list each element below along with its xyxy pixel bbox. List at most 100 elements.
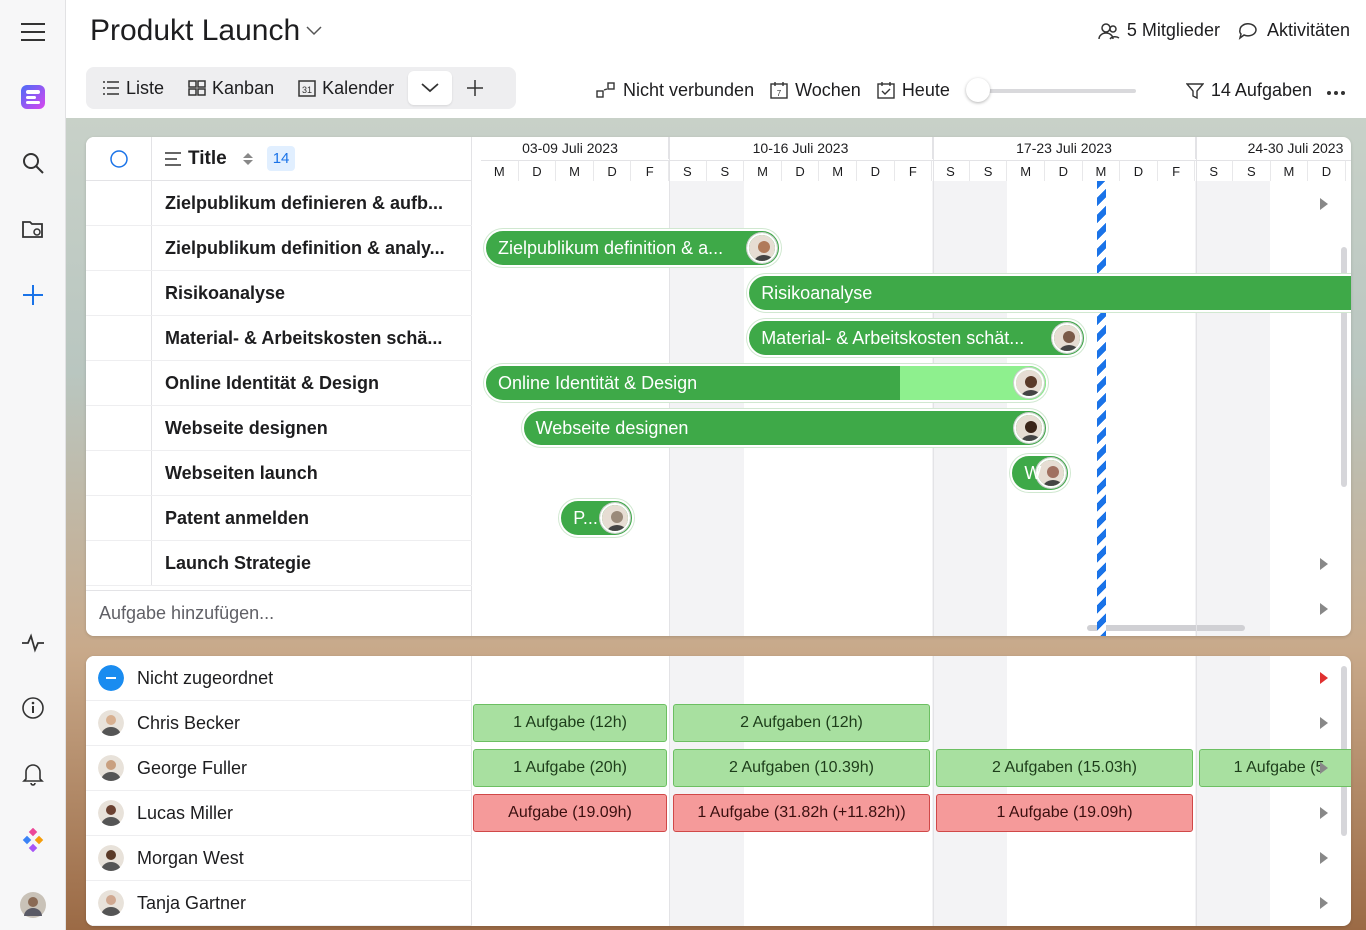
workload-cell[interactable]: 2 Aufgaben (15.03h)	[936, 749, 1193, 787]
today-button[interactable]: Heute	[877, 80, 950, 101]
activity-icon[interactable]	[18, 628, 48, 658]
workload-cell[interactable]: Aufgabe (19.09h)	[473, 794, 667, 832]
workload-people: Nicht zugeordnet Chris Becker George Fulle…	[86, 656, 472, 926]
workload-cell[interactable]: 1 Aufgabe (19.09h)	[936, 794, 1193, 832]
task-row[interactable]: Webseiten launch	[86, 451, 472, 496]
filter-button[interactable]: 14 Aufgaben	[1185, 80, 1312, 101]
select-all-checkbox[interactable]	[86, 137, 152, 180]
task-bar[interactable]: Online Identität & Design	[484, 364, 1048, 402]
task-title[interactable]: Zielpublikum definition & analy...	[152, 238, 445, 259]
title-column-header[interactable]: Title	[188, 148, 227, 170]
expand-arrow-icon[interactable]	[1320, 852, 1328, 864]
tab-liste[interactable]: Liste	[92, 71, 174, 105]
assignee-avatar[interactable]	[1051, 323, 1082, 353]
task-row-checkbox[interactable]	[86, 226, 152, 270]
task-title[interactable]: Risikoanalyse	[152, 283, 285, 304]
sort-icon[interactable]	[241, 151, 255, 167]
weekend-shade	[932, 656, 1008, 926]
calendar-week-icon: 7	[770, 82, 788, 99]
workload-person-row[interactable]: George Fuller	[86, 746, 472, 791]
workload-cell[interactable]: 1 Aufgabe (31.82h (+11.82h))	[673, 794, 930, 832]
task-row[interactable]: Online Identität & Design	[86, 361, 472, 406]
task-title[interactable]: Material- & Arbeitskosten schä...	[152, 328, 442, 349]
workload-cell[interactable]: 1 Aufgabe (12h)	[473, 704, 667, 742]
task-row[interactable]: Webseite designen	[86, 406, 472, 451]
person-avatar	[98, 755, 124, 781]
search-icon[interactable]	[18, 148, 48, 178]
tab-kanban[interactable]: Kanban	[178, 71, 284, 105]
expand-arrow-icon[interactable]	[1320, 198, 1328, 210]
menu-icon[interactable]	[18, 17, 48, 47]
expand-arrow-icon[interactable]	[1320, 603, 1328, 615]
person-avatar	[98, 800, 124, 826]
task-title[interactable]: Zielpublikum definieren & aufb...	[152, 193, 443, 214]
task-bar[interactable]: Zielpublikum definition & a...	[484, 229, 782, 267]
project-title[interactable]: Produkt Launch	[90, 14, 322, 48]
task-row-checkbox[interactable]	[86, 271, 152, 315]
workload-person-row[interactable]: Nicht zugeordnet	[86, 656, 472, 701]
task-title[interactable]: Webseite designen	[152, 418, 328, 439]
horizontal-scrollbar[interactable]	[1087, 625, 1245, 631]
task-title[interactable]: Launch Strategie	[152, 553, 311, 574]
workload-cell[interactable]: 1 Aufgabe (20h)	[473, 749, 667, 787]
day-header: S	[1233, 160, 1271, 181]
task-bar[interactable]: Material- & Arbeitskosten schät...	[747, 319, 1086, 357]
not-connected-button[interactable]: Nicht verbunden	[596, 80, 754, 101]
task-row[interactable]: Material- & Arbeitskosten schä...	[86, 316, 472, 361]
folder-icon[interactable]	[18, 214, 48, 244]
task-row-checkbox[interactable]	[86, 496, 152, 540]
task-row-checkbox[interactable]	[86, 361, 152, 405]
info-icon[interactable]	[18, 693, 48, 723]
workload-cell[interactable]: 2 Aufgaben (10.39h)	[673, 749, 930, 787]
expand-arrow-icon[interactable]	[1320, 897, 1328, 909]
sparkle-icon[interactable]	[18, 825, 48, 855]
assignee-avatar[interactable]	[1014, 413, 1044, 443]
workload-person-row[interactable]: Morgan West	[86, 836, 472, 881]
weeks-button[interactable]: 7 Wochen	[770, 80, 861, 101]
workload-cell[interactable]: 1 Aufgabe (5	[1199, 749, 1351, 787]
task-row[interactable]: Launch Strategie	[86, 541, 472, 586]
activities-button[interactable]: Aktivitäten	[1238, 20, 1350, 41]
task-row-checkbox[interactable]	[86, 451, 152, 495]
tab-gantt-dropdown[interactable]	[408, 71, 453, 105]
task-row-checkbox[interactable]	[86, 541, 152, 585]
workload-person-row[interactable]: Tanja Gartner	[86, 881, 472, 926]
expand-arrow-icon[interactable]	[1320, 762, 1328, 774]
more-icon[interactable]	[1326, 80, 1346, 101]
task-bar[interactable]: Risikoanalyse	[747, 274, 1351, 312]
task-title[interactable]: Webseiten launch	[152, 463, 318, 484]
task-row[interactable]: Risikoanalyse	[86, 271, 472, 316]
day-header: S	[932, 160, 970, 181]
assignee-avatar[interactable]	[747, 233, 778, 263]
expand-arrow-icon[interactable]	[1320, 807, 1328, 819]
add-task-input[interactable]: Aufgabe hinzufügen...	[86, 590, 472, 636]
expand-arrow-icon[interactable]	[1320, 672, 1328, 684]
task-title[interactable]: Online Identität & Design	[152, 373, 379, 394]
add-view-button[interactable]	[456, 71, 494, 105]
members-button[interactable]: 5 Mitglieder	[1098, 20, 1220, 41]
task-title[interactable]: Patent anmelden	[152, 508, 309, 529]
task-row[interactable]: Patent anmelden	[86, 496, 472, 541]
project-icon[interactable]	[18, 82, 48, 112]
day-header: D	[781, 160, 820, 181]
tab-kalender[interactable]: 31 Kalender	[288, 71, 404, 105]
zoom-slider-thumb[interactable]	[965, 78, 990, 102]
expand-arrow-icon[interactable]	[1320, 717, 1328, 729]
workload-person-row[interactable]: Chris Becker	[86, 701, 472, 746]
expand-arrow-icon[interactable]	[1320, 558, 1328, 570]
zoom-slider[interactable]	[965, 78, 1136, 102]
workload-cell[interactable]: 2 Aufgaben (12h)	[673, 704, 930, 742]
day-header: F	[631, 160, 669, 181]
bell-icon[interactable]	[18, 759, 48, 789]
task-row[interactable]: Zielpublikum definieren & aufb...	[86, 181, 472, 226]
workload-person-row[interactable]: Lucas Miller	[86, 791, 472, 836]
week-header: 17-23 Juli 2023	[933, 137, 1196, 159]
task-row-checkbox[interactable]	[86, 181, 152, 225]
task-row-checkbox[interactable]	[86, 406, 152, 450]
task-row[interactable]: Zielpublikum definition & analy...	[86, 226, 472, 271]
task-bar[interactable]: Webseite designen	[521, 409, 1048, 447]
assignee-avatar[interactable]	[1014, 368, 1044, 398]
add-icon[interactable]	[18, 280, 48, 310]
user-avatar[interactable]	[18, 890, 48, 920]
task-row-checkbox[interactable]	[86, 316, 152, 360]
